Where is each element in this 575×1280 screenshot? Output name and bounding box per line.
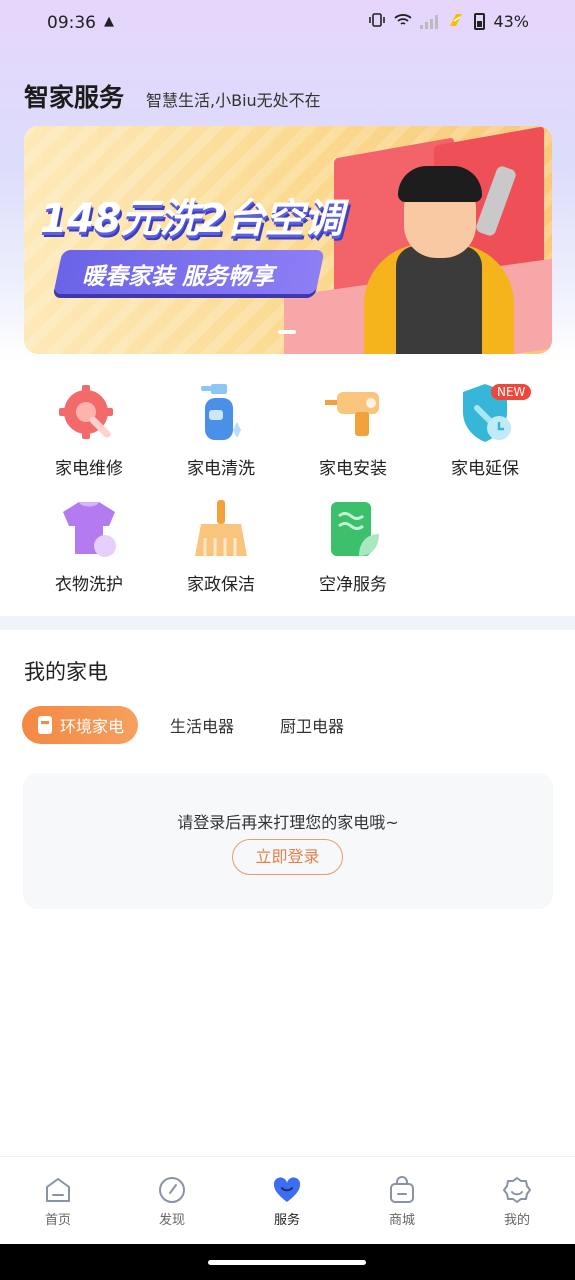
banner-subheadline: 暖春家装 服务畅享: [82, 264, 275, 290]
nav-label: 发现: [158, 1213, 185, 1228]
tab-label: 环境家电: [60, 717, 125, 736]
promo-banner[interactable]: 148元洗2台空调 暖春家装 服务畅享: [24, 126, 552, 354]
nav-services[interactable]: 服务: [252, 1175, 322, 1228]
banner-headline: 148元洗2台空调: [40, 196, 343, 242]
nav-label: 服务: [273, 1213, 300, 1228]
new-badge: NEW: [491, 384, 532, 400]
banner-illustration-vest: [396, 246, 482, 354]
broom-icon: [191, 498, 251, 560]
page-title: 智家服务: [24, 83, 125, 112]
alert-icon: ▲: [104, 14, 114, 29]
compass-icon: [157, 1175, 187, 1205]
banner-illustration-hair: [398, 166, 482, 202]
tab-living-appliances[interactable]: 生活电器: [170, 713, 234, 737]
signal-icon: [420, 14, 439, 29]
spray-bottle-icon: [191, 382, 251, 444]
shopping-bag-icon: [387, 1175, 417, 1205]
battery-icon: [474, 13, 486, 30]
service-label: 空净服务: [319, 575, 387, 595]
service-air-purification[interactable]: 空净服务: [293, 492, 413, 602]
section-divider: [0, 616, 575, 630]
tab-kitchen-bath-appliances[interactable]: 厨卫电器: [280, 713, 344, 737]
service-label: 家电安装: [319, 459, 387, 479]
air-purifier-icon: [323, 498, 383, 560]
service-housekeeping[interactable]: 家政保洁: [161, 492, 281, 602]
repair-gear-icon: [59, 382, 119, 444]
battery-percent: 43%: [493, 12, 529, 31]
system-gesture-bar: [0, 1244, 575, 1280]
appliance-icon: [38, 716, 52, 734]
service-label: 家电延保: [451, 459, 519, 479]
drill-icon: [323, 382, 383, 444]
service-extended-warranty[interactable]: NEW 家电延保: [425, 376, 545, 486]
profile-icon: [502, 1175, 532, 1205]
login-prompt-text: 请登录后再来打理您的家电哦~: [177, 813, 399, 832]
service-label: 衣物洗护: [55, 575, 123, 595]
nav-mall[interactable]: 商城: [367, 1175, 437, 1228]
nav-profile[interactable]: 我的: [482, 1175, 552, 1228]
wifi-icon: [394, 12, 413, 31]
login-button[interactable]: 立即登录: [232, 839, 343, 875]
service-laundry-care[interactable]: 衣物洗护: [29, 492, 149, 602]
appliance-tabs: 环境家电 生活电器 厨卫电器: [22, 706, 344, 744]
status-bar: 09:36 ▲ 43%: [0, 0, 575, 48]
home-icon: [43, 1175, 73, 1205]
bottom-navigation: 首页 发现 服务 商城 我的: [0, 1156, 575, 1244]
nav-label: 商城: [388, 1213, 415, 1228]
status-time: 09:36: [47, 13, 96, 33]
nav-label: 首页: [44, 1213, 71, 1228]
nav-label: 我的: [503, 1213, 530, 1228]
service-appliance-install[interactable]: 家电安装: [293, 376, 413, 486]
charging-icon: [446, 12, 466, 31]
nav-discover[interactable]: 发现: [137, 1175, 207, 1228]
shirt-icon: [59, 498, 119, 560]
section-title-my-appliances: 我的家电: [24, 660, 108, 684]
service-label: 家电清洗: [187, 459, 255, 479]
tab-environment-appliances[interactable]: 环境家电: [22, 706, 139, 744]
vibrate-icon: [368, 12, 386, 31]
page-subtitle: 智慧生活,小Biu无处不在: [146, 91, 321, 110]
service-appliance-cleaning[interactable]: 家电清洗: [161, 376, 281, 486]
service-appliance-repair[interactable]: 家电维修: [29, 376, 149, 486]
banner-page-indicator: [278, 330, 296, 334]
home-gesture-handle[interactable]: [208, 1260, 366, 1265]
service-label: 家政保洁: [187, 575, 255, 595]
login-prompt-card: 请登录后再来打理您的家电哦~ 立即登录: [23, 773, 553, 909]
nav-home[interactable]: 首页: [23, 1175, 93, 1228]
page-header: 智家服务 智慧生活,小Biu无处不在: [24, 78, 321, 114]
service-label: 家电维修: [55, 459, 123, 479]
status-indicators: 43%: [368, 12, 529, 31]
heart-icon: [272, 1175, 302, 1205]
